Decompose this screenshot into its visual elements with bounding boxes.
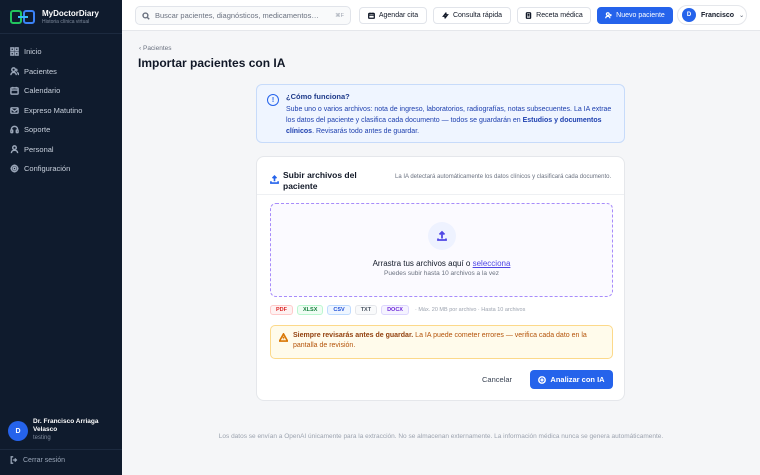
nuevo-paciente-button[interactable]: Nuevo paciente	[597, 7, 673, 24]
info-body-text-end: . Revisarás todo antes de guardar.	[312, 128, 420, 135]
brand[interactable]: MyDoctorDiary Historia clínica virtual	[0, 0, 122, 34]
select-files-link[interactable]: selecciona	[473, 259, 511, 268]
divider	[0, 449, 122, 450]
button-label: Consulta rápida	[452, 12, 503, 19]
format-chip-docx: DOCX	[381, 305, 409, 315]
calendar-icon	[367, 12, 375, 19]
button-label: Nuevo paciente	[616, 12, 665, 19]
upload-limits: · Máx. 20 MB por archivo · Hasta 10 arch…	[414, 307, 526, 313]
info-body: Sube uno o varios archivos: nota de ingr…	[286, 104, 614, 137]
warning-icon	[279, 333, 288, 342]
gear-icon	[10, 164, 19, 173]
sidebar-item-label: Expreso Matutino	[24, 105, 83, 115]
prescription-icon	[525, 12, 532, 19]
cancel-button[interactable]: Cancelar	[482, 375, 512, 384]
brand-logo-icon	[10, 9, 36, 25]
sidebar-item-pacientes[interactable]: Pacientes	[0, 62, 122, 82]
chevron-down-icon: ⌄	[739, 12, 745, 19]
sidebar-item-configuracion[interactable]: Configuración	[0, 159, 122, 179]
file-dropzone[interactable]: Arrastra tus archivos aquí o selecciona …	[270, 203, 613, 297]
sidebar-item-personal[interactable]: Personal	[0, 140, 122, 160]
calendar-icon	[10, 87, 19, 96]
sidebar-item-calendario[interactable]: Calendario	[0, 81, 122, 101]
sidebar-item-label: Inicio	[24, 47, 42, 57]
user-menu-name: Francisco	[701, 11, 735, 19]
sidebar-item-soporte[interactable]: Soporte	[0, 120, 122, 140]
brand-tagline: Historia clínica virtual	[42, 18, 90, 25]
upload-icon	[270, 175, 279, 184]
support-icon	[10, 125, 19, 134]
divider	[257, 194, 624, 195]
search-shortcut: ⌘F	[335, 12, 344, 19]
privacy-note: Los datos se envían a OpenAI únicamente …	[218, 433, 664, 440]
format-chip-txt: TXT	[354, 305, 378, 315]
info-title: ¿Cómo funciona?	[286, 92, 350, 101]
logout-icon	[10, 456, 18, 464]
search-placeholder: Buscar pacientes, diagnósticos, medicame…	[155, 11, 319, 20]
logout-label: Cerrar sesión	[23, 456, 66, 464]
button-label: Receta médica	[536, 12, 583, 19]
card-title: Subir archivos del paciente	[283, 170, 357, 191]
sidebar-item-label: Configuración	[24, 164, 71, 174]
format-chips: PDF XLSX CSV TXT DOCX · Máx. 20 MB por a…	[270, 305, 525, 315]
button-label: Agendar cita	[378, 12, 419, 19]
upload-card: Subir archivos del paciente La IA detect…	[256, 156, 625, 401]
info-callout: ! ¿Cómo funciona? Sube uno o varios arch…	[256, 84, 625, 143]
sidebar-item-label: Personal	[24, 144, 54, 154]
sidebar: MyDoctorDiary Historia clínica virtual I…	[0, 0, 122, 475]
format-chip-xlsx: XLSX	[297, 305, 324, 315]
receta-medica-button[interactable]: Receta médica	[517, 7, 591, 24]
sidebar-nav: Inicio Pacientes Calendario Expreso Matu…	[0, 34, 122, 179]
card-description: La IA detectará automáticamente los dato…	[395, 174, 612, 180]
sidebar-item-label: Calendario	[24, 86, 61, 96]
warning-callout: Siempre revisarás antes de guardar. La I…	[270, 325, 613, 359]
grid-icon	[10, 47, 19, 57]
agendar-cita-button[interactable]: Agendar cita	[359, 7, 427, 24]
topbar: Buscar pacientes, diagnósticos, medicame…	[122, 0, 760, 31]
dropzone-text: Arrastra tus archivos aquí o selecciona	[271, 259, 612, 268]
mail-icon	[10, 106, 19, 114]
chevron-left-icon: ‹	[139, 45, 142, 52]
sparkle-icon	[538, 375, 547, 384]
sidebar-item-label: Soporte	[24, 125, 51, 135]
format-chip-csv: CSV	[327, 305, 351, 315]
format-chip-pdf: PDF	[270, 305, 293, 315]
dropzone-prompt: Arrastra tus archivos aquí o	[372, 259, 473, 268]
breadcrumb-link[interactable]: Pacientes	[143, 45, 172, 52]
consulta-rapida-button[interactable]: Consulta rápida	[433, 7, 511, 24]
warning-bold: Siempre revisarás antes de guardar.	[293, 332, 414, 339]
sidebar-user[interactable]: D Dr. Francisco Arriaga Velasco testing	[8, 418, 105, 441]
logout-button[interactable]: Cerrar sesión	[10, 456, 65, 464]
button-label: Analizar con IA	[550, 375, 605, 384]
add-user-icon	[605, 12, 612, 19]
sidebar-item-label: Pacientes	[24, 66, 57, 76]
breadcrumb[interactable]: ‹ Pacientes	[139, 45, 172, 52]
user-subtitle: testing	[33, 435, 51, 441]
dropzone-subtext: Puedes subir hasta 10 archivos a la vez	[384, 270, 499, 277]
info-icon: !	[267, 94, 279, 106]
upload-icon	[428, 222, 456, 250]
lightning-icon	[442, 12, 449, 19]
users-icon	[10, 66, 19, 75]
sidebar-item-inicio[interactable]: Inicio	[0, 42, 122, 62]
search-input[interactable]: Buscar pacientes, diagnósticos, medicame…	[135, 6, 351, 25]
user-menu[interactable]: D Francisco ⌄	[677, 5, 747, 25]
page-title: Importar pacientes con IA	[138, 56, 286, 70]
sidebar-item-expreso-matutino[interactable]: Expreso Matutino	[0, 101, 122, 121]
brand-name: MyDoctorDiary	[42, 8, 99, 18]
analyze-button[interactable]: Analizar con IA	[530, 370, 613, 389]
avatar: D	[682, 8, 696, 22]
team-icon	[10, 144, 19, 153]
user-name: Dr. Francisco Arriaga Velasco	[33, 418, 99, 433]
avatar: D	[8, 421, 28, 441]
search-icon	[142, 11, 150, 20]
